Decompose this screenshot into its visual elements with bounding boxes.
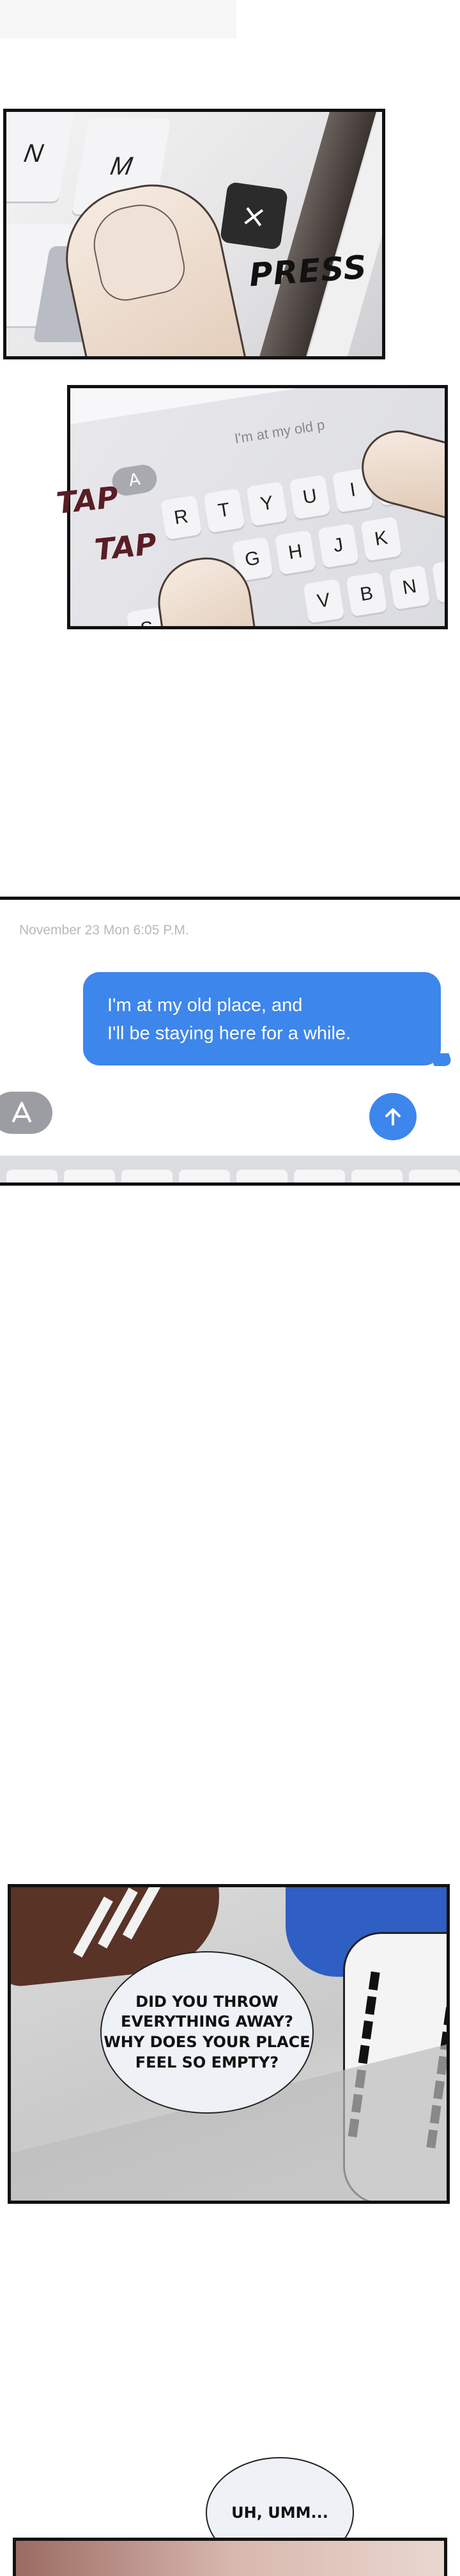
send-button[interactable] — [369, 1093, 417, 1140]
keyboard-key-n: N — [388, 565, 431, 610]
keyboard-key-r: R — [160, 495, 203, 540]
keyboard-area: R T Y U I O P G H J K S V B N M A I'm at… — [70, 388, 445, 626]
panel-shoes: DID YOU THROW EVERYTHING AWAY? WHY DOES … — [8, 1884, 450, 2204]
arrow-up-icon — [385, 1108, 401, 1126]
keyboard-key-h: H — [274, 530, 316, 575]
keyboard-key-t: T — [203, 488, 245, 533]
keyboard-key-n: N — [6, 112, 76, 201]
speech-bubble-question: DID YOU THROW EVERYTHING AWAY? WHY DOES … — [100, 1951, 314, 2114]
keyboard-key-j: J — [317, 523, 359, 569]
chat-timestamp: November 23 Mon 6:05 P.M. — [19, 923, 189, 938]
keyboard-key-v: V — [303, 578, 345, 624]
delete-x-icon: × — [238, 196, 270, 236]
sfx-tap-left: TAP — [54, 480, 120, 521]
sfx-tap-right: TAP — [93, 526, 158, 567]
keyboard-key-m: M — [431, 558, 445, 603]
message-line-2: I'll be staying here for a while. — [107, 1023, 351, 1044]
keyboard-key-y: Y — [246, 481, 288, 526]
chat-panel: November 23 Mon 6:05 P.M. I'm at my old … — [0, 897, 460, 1186]
message-bubble: I'm at my old place, and I'll be staying… — [83, 972, 441, 1065]
top-strip — [0, 0, 236, 38]
app-store-button[interactable] — [0, 1092, 52, 1134]
app-store-icon — [12, 1102, 31, 1122]
typed-preview: I'm at my old p — [233, 416, 326, 447]
keyboard-strip — [0, 1156, 460, 1182]
panel-press-delete: N M × PRESS — [3, 109, 385, 359]
keyboard-key-k: K — [360, 516, 402, 562]
delete-key: × — [219, 181, 289, 251]
message-line-1: I'm at my old place, and — [107, 995, 303, 1016]
bubble-tail — [429, 1053, 454, 1066]
keyboard-key-b: B — [346, 572, 388, 617]
fingernail — [86, 197, 190, 306]
keyboard-key-u: U — [289, 475, 331, 520]
app-store-icon: A — [127, 469, 142, 491]
panel-typing: R T Y U I O P G H J K S V B N M A I'm at… — [67, 385, 448, 629]
panel-bottom-partial — [13, 2538, 447, 2576]
